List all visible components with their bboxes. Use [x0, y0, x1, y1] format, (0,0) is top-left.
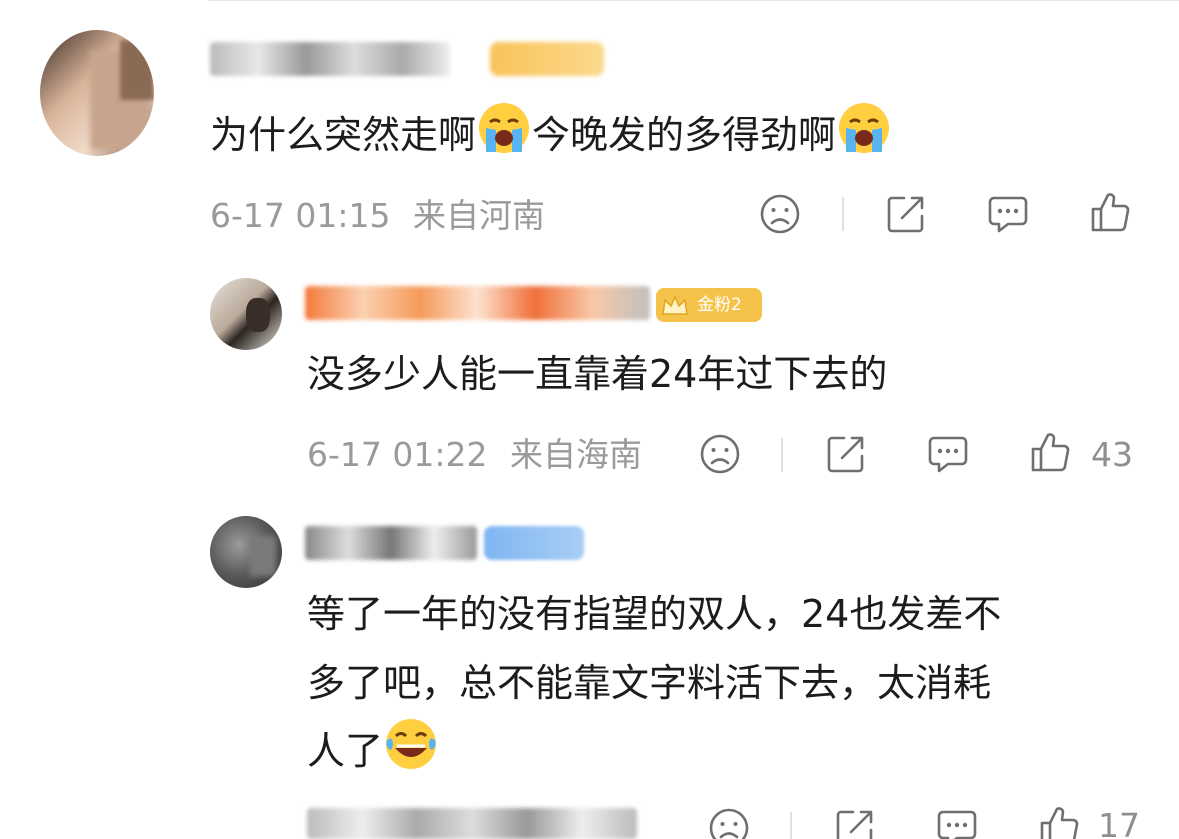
comment-bubble-icon[interactable]	[935, 806, 979, 839]
sad-face-icon[interactable]	[707, 806, 751, 839]
laughing-tears-emoji-icon	[386, 719, 437, 769]
divider	[790, 812, 792, 839]
username-blurred[interactable]	[305, 526, 477, 560]
avatar[interactable]	[210, 516, 282, 588]
timestamp-blurred	[307, 808, 637, 839]
comment-3: 等了一年的没有指望的双人，24也发差不 多了吧，总不能靠文字料活下去，太消耗 人…	[0, 0, 1179, 839]
like-count: 17	[1098, 806, 1140, 839]
share-icon[interactable]	[833, 806, 877, 839]
comment-text-line-3: 人了	[307, 716, 439, 782]
fan-badge	[484, 526, 584, 560]
thumbs-up-icon[interactable]	[1037, 804, 1081, 839]
comment-text-line-1: 等了一年的没有指望的双人，24也发差不	[307, 592, 1002, 636]
comment-text-line-2: 多了吧，总不能靠文字料活下去，太消耗	[307, 661, 992, 705]
